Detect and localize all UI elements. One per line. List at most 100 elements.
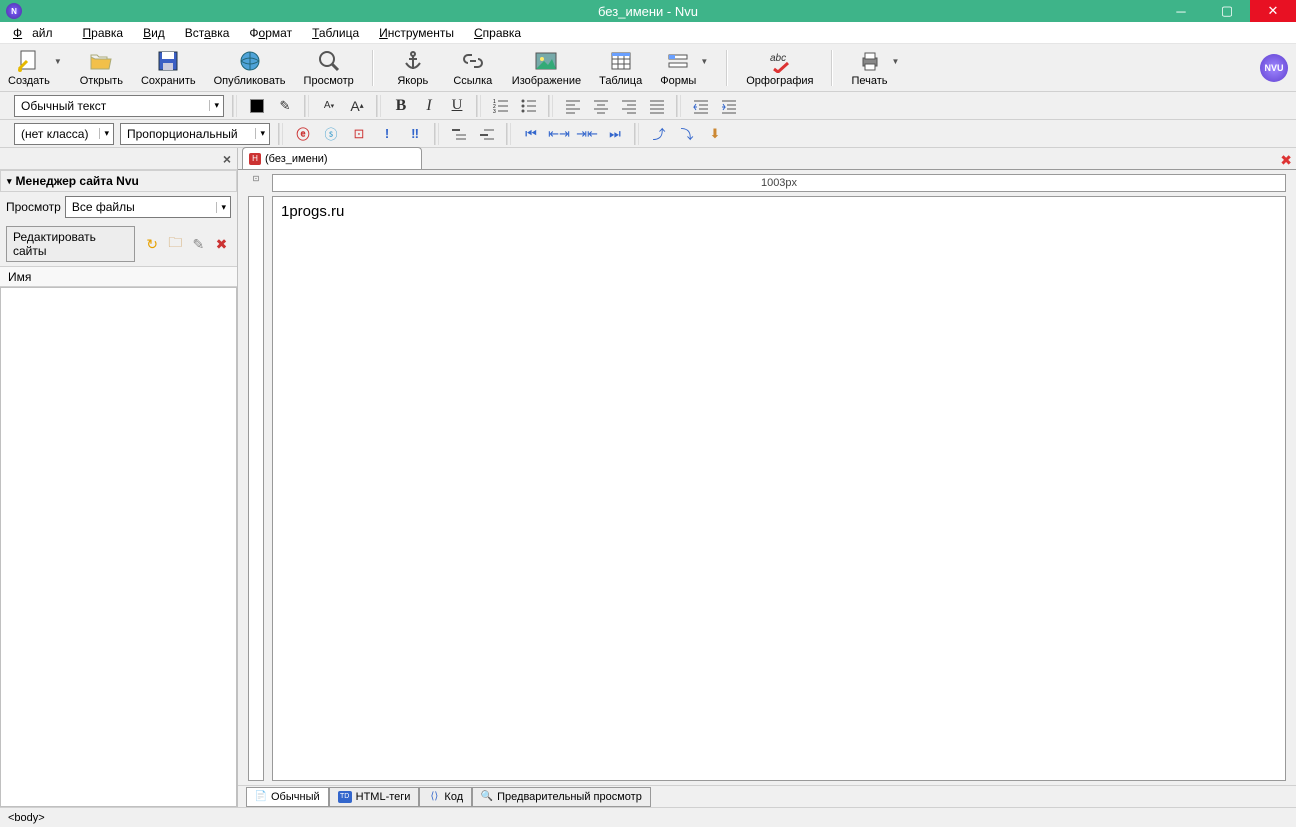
page-icon: 📄 [255,791,267,803]
paragraph-combo[interactable]: Обычный текст ▾ [14,95,224,117]
numbered-list-button[interactable]: 123 [490,95,512,117]
print-label: Печать [851,75,887,87]
bold-button[interactable]: B [390,95,412,117]
window-title: без_имени - Nvu [598,4,698,19]
file-list[interactable] [0,287,237,807]
class-combo[interactable]: (нет класса) ▾ [14,123,114,145]
exclaim2-button[interactable]: ‼ [404,123,426,145]
link-button[interactable]: Ссылка [452,49,494,87]
text-color-button[interactable] [246,95,268,117]
sidebar-close-icon[interactable]: × [223,151,231,167]
viewtab-source[interactable]: ⟨⟩ Код [419,787,472,807]
layer-shrink-button[interactable]: ⇤⇥ [548,123,570,145]
layer-expand-button[interactable]: ⇥⇤ [576,123,598,145]
menubar: Файлdocument.currentScript.previousSibli… [0,22,1296,44]
publish-button[interactable]: Опубликовать [214,49,286,87]
sidebar: × ▾ Менеджер сайта Nvu Просмотр Все файл… [0,148,238,807]
new-button[interactable]: Создать ▼ [8,49,62,87]
layer-prev-button[interactable]: ⏮ [520,123,542,145]
indent-button[interactable] [718,95,740,117]
ruler-vertical[interactable] [248,196,264,781]
document-tab[interactable]: H (без_имени) [242,147,422,169]
menu-file[interactable]: Файлdocument.currentScript.previousSibli… [3,24,73,42]
view-label: Просмотр [6,200,61,214]
layer-next-button[interactable]: ⏭ [604,123,626,145]
document-tabs: H (без_имени) ✖ [238,148,1296,170]
highlight-button[interactable]: ✎ [274,95,296,117]
separator [548,95,554,117]
exclaim-button[interactable]: ! [376,123,398,145]
spell-button[interactable]: abc Орфография [746,49,813,87]
separator [232,95,238,117]
tab-close-icon[interactable]: ✖ [1280,152,1292,169]
emphasis-button[interactable]: ⓔ [292,123,314,145]
dt-button[interactable] [476,123,498,145]
editor-content: 1progs.ru [281,203,344,220]
site-manager-header[interactable]: ▾ Менеджер сайта Nvu [0,170,237,192]
preview-button[interactable]: Просмотр [304,49,354,87]
align-left-button[interactable] [562,95,584,117]
image-icon [534,49,558,73]
separator [304,95,310,117]
underline-button[interactable]: U [446,95,468,117]
preview-label: Просмотр [304,75,354,87]
image-button[interactable]: Изображение [512,49,581,87]
app-icon: N [6,3,22,19]
menu-edit[interactable]: Правка [73,24,134,42]
separator [506,123,512,145]
font-increase-button[interactable]: A▴ [346,95,368,117]
layer-send-button[interactable]: ⬇ [704,123,726,145]
align-center-button[interactable] [590,95,612,117]
editor[interactable]: 1progs.ru [272,196,1286,781]
ruler-area: ⊡ 1003px [238,170,1296,196]
strong-button[interactable]: ⓢ [320,123,342,145]
ruler-horizontal[interactable]: 1003px [272,174,1286,192]
table-label: Таблица [599,75,642,87]
align-right-button[interactable] [618,95,640,117]
align-justify-button[interactable] [646,95,668,117]
maximize-button[interactable]: ▢ [1204,0,1250,22]
dl-button[interactable] [448,123,470,145]
code-button[interactable]: ⊡ [348,123,370,145]
forms-button[interactable]: Формы ▼ [660,49,708,87]
menu-table[interactable]: Таблица [302,24,369,42]
forms-label: Формы [660,75,696,87]
layer-down-button[interactable]: ⤵ [676,123,698,145]
font-decrease-button[interactable]: A▾ [318,95,340,117]
viewtab-preview[interactable]: 🔍 Предварительный просмотр [472,787,651,807]
close-button[interactable]: ✕ [1250,0,1296,22]
outdent-button[interactable] [690,95,712,117]
minimize-button[interactable]: ─ [1158,0,1204,22]
view-mode-tabs: 📄 Обычный TD HTML-теги ⟨⟩ Код 🔍 Предвари… [238,785,1296,807]
view-combo[interactable]: Все файлы ▾ [65,196,231,218]
table-button[interactable]: Таблица [599,49,642,87]
view-value: Все файлы [72,200,135,214]
viewtab-normal[interactable]: 📄 Обычный [246,787,329,807]
print-button[interactable]: Печать ▼ [851,49,899,87]
anchor-button[interactable]: Якорь [392,49,434,87]
folder-icon[interactable]: 🗀 [166,235,185,253]
menu-format[interactable]: Формат [239,24,302,42]
save-button[interactable]: Сохранить [141,49,196,87]
delete-icon[interactable]: ✖ [212,235,231,253]
svg-text:3: 3 [493,109,496,114]
viewtab-tags[interactable]: TD HTML-теги [329,787,420,807]
tag-icon: TD [338,791,352,803]
open-button[interactable]: Открыть [80,49,123,87]
menu-tools[interactable]: Инструменты [369,24,464,42]
font-toolbar: (нет класса) ▾ Пропорциональный ▾ ⓔ ⓢ ⊡ … [0,120,1296,148]
font-combo[interactable]: Пропорциональный ▾ [120,123,270,145]
filelist-header[interactable]: Имя [0,267,237,287]
menu-help[interactable]: Справка [464,24,531,42]
chevron-down-icon: ▾ [255,128,265,139]
bullet-list-button[interactable] [518,95,540,117]
edit-sites-button[interactable]: Редактировать сайты [6,226,135,262]
forms-icon [666,49,690,73]
layer-up-button[interactable]: ⤴ [648,123,670,145]
italic-button[interactable]: I [418,95,440,117]
rename-icon[interactable]: ✎ [189,235,208,253]
menu-view[interactable]: Вид [133,24,175,42]
magnifier-icon: 🔍 [481,791,493,803]
menu-insert[interactable]: Вставка [175,24,240,42]
refresh-icon[interactable]: ↻ [143,235,162,253]
